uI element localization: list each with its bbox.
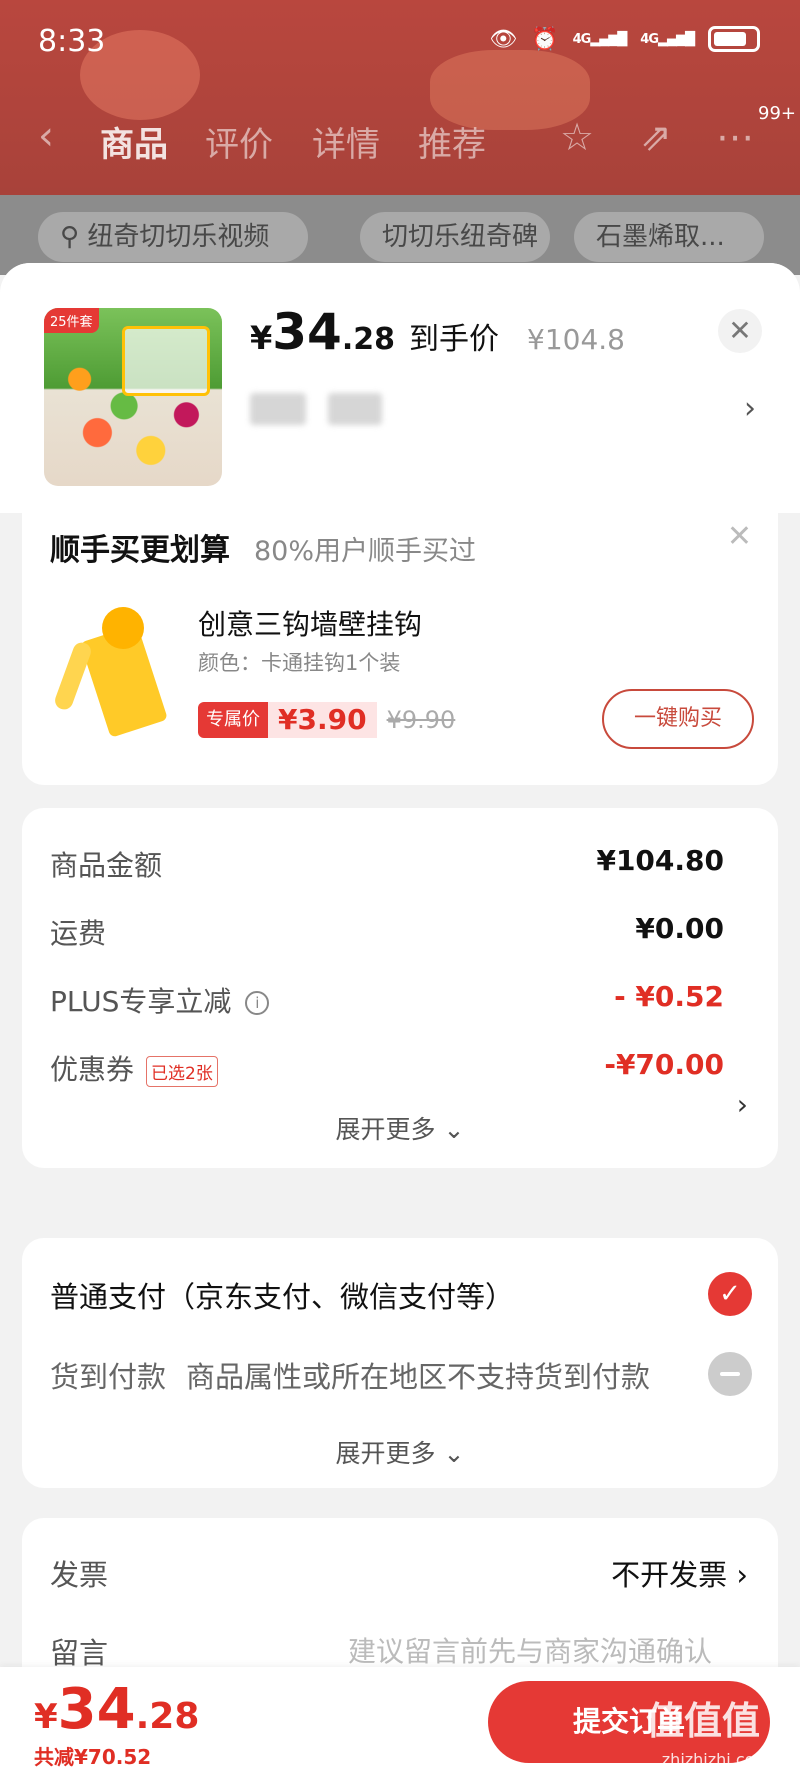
search-suggestions: ⚲ 纽奇切切乐视频 切切乐纽奇碑 石墨烯取... — [0, 212, 800, 262]
disabled-icon — [708, 1352, 752, 1396]
star-icon[interactable]: ☆ — [560, 115, 594, 159]
search-icon: ⚲ — [60, 222, 80, 252]
tab-recommend[interactable]: 推荐 — [418, 117, 486, 166]
close-button[interactable]: ✕ — [718, 309, 762, 353]
invoice-value[interactable]: 不开发票 › — [611, 1552, 748, 1594]
eye-icon: 👁 — [489, 26, 518, 52]
checked-icon[interactable]: ✓ — [708, 1272, 752, 1316]
price-label: 到手价 — [409, 322, 500, 357]
watermark-url: zhizhizhi.com — [661, 1750, 770, 1769]
checkout-sheet: 25件套 ¥ 34 .28 到手价 ¥104.8 ✕ › 顺手买更划算 80%用… — [0, 263, 800, 1777]
one-click-buy-button[interactable]: 一键购买 — [602, 689, 754, 749]
more-icon[interactable]: ⋯ — [716, 115, 754, 159]
coupon-count-badge: 已选2张 — [146, 1055, 218, 1087]
amount-row: 商品金额 ¥104.80 — [50, 844, 724, 882]
order-amounts: 商品金额 ¥104.80 运费 ¥0.00 PLUS专享立减 i - ¥0.52 … — [22, 808, 778, 1168]
addon-product-name: 创意三钩墙壁挂钩 — [198, 608, 423, 641]
message-badge: 99+ — [758, 103, 796, 124]
signal-icon-2: 4G▂▄▆█ — [640, 31, 695, 47]
watermark-logo: 值值值 — [645, 1699, 760, 1743]
message-input[interactable]: 建议留言前先与商家沟通确认 — [348, 1630, 712, 1670]
top-nav: ‹ 商品 评价 详情 推荐 ☆ ⇗ ⋯ 99+ — [0, 103, 800, 175]
addon-title: 顺手买更划算 — [50, 533, 230, 568]
product-thumbnail: 25件套 — [44, 308, 222, 486]
addon-recommendation: 顺手买更划算 80%用户顺手买过 ✕ 创意三钩墙壁挂钩 颜色：卡通挂钩1个装 专… — [22, 513, 778, 785]
share-icon[interactable]: ⇗ — [640, 115, 672, 159]
invoice-label: 发票 — [50, 1558, 109, 1592]
addon-price: 专属价 ¥3.90 ¥9.90 — [198, 701, 455, 739]
battery-icon — [708, 26, 760, 52]
coupon-row[interactable]: 优惠券 已选2张 -¥70.00 — [50, 1048, 724, 1088]
search-pill-3[interactable]: 石墨烯取... — [574, 212, 764, 262]
blurred-spec-2 — [328, 393, 382, 425]
tab-product[interactable]: 商品 — [100, 117, 168, 166]
addon-product-spec: 颜色：卡通挂钩1个装 — [198, 651, 401, 675]
search-pill-1[interactable]: ⚲ 纽奇切切乐视频 — [38, 212, 308, 262]
thumbnail-basket — [122, 326, 210, 396]
info-icon[interactable]: i — [245, 991, 270, 1015]
addon-product-image — [52, 601, 174, 738]
message-label: 留言 — [50, 1636, 109, 1670]
shipping-row: 运费 ¥0.00 — [50, 912, 724, 950]
addon-close-icon[interactable]: ✕ — [727, 519, 752, 554]
payment-option-cod: 货到付款 商品属性或所在地区不支持货到付款 — [50, 1360, 651, 1394]
tab-details[interactable]: 详情 — [312, 117, 380, 166]
blurred-spec — [250, 393, 306, 425]
status-time: 8:33 — [38, 24, 106, 59]
original-price: ¥104.8 — [527, 323, 625, 356]
exclusive-tag: 专属价 — [198, 702, 268, 738]
tab-reviews[interactable]: 评价 — [205, 117, 273, 166]
status-icons: 👁 ⏰ 4G▂▄▆█ 4G▂▄▆█ — [489, 26, 760, 52]
expand-more-button[interactable]: 展开更多 ⌄ — [22, 1110, 778, 1146]
total-price: ¥ 34 .28 — [34, 1677, 200, 1742]
addon-subtitle: 80%用户顺手买过 — [254, 536, 477, 567]
total-saved: 共减¥70.52 — [34, 1745, 152, 1769]
product-header: 25件套 ¥ 34 .28 到手价 ¥104.8 ✕ › — [0, 263, 800, 513]
back-icon[interactable]: ‹ — [38, 113, 54, 159]
chevron-right-icon[interactable]: › — [744, 391, 756, 426]
thumbnail-tag: 25件套 — [44, 308, 99, 333]
payment-methods: 普通支付（京东支付、微信支付等） ✓ 货到付款 商品属性或所在地区不支持货到付款 … — [22, 1238, 778, 1488]
expand-more-payment[interactable]: 展开更多 ⌄ — [22, 1434, 778, 1470]
checkout-bar: ¥ 34 .28 共减¥70.52 提交订单 值值值 zhizhizhi.com — [0, 1667, 800, 1777]
product-price: ¥ 34 .28 到手价 ¥104.8 — [250, 303, 625, 361]
search-pill-2[interactable]: 切切乐纽奇碑 — [360, 212, 550, 262]
signal-icon: 4G▂▄▆█ — [572, 31, 628, 47]
exclusive-price: ¥3.90 — [268, 702, 377, 738]
addon-original-price: ¥9.90 — [386, 706, 456, 734]
alarm-icon: ⏰ — [531, 26, 559, 52]
status-bar: 8:33 👁 ⏰ 4G▂▄▆█ 4G▂▄▆█ — [0, 0, 800, 86]
payment-option-standard[interactable]: 普通支付（京东支付、微信支付等） — [50, 1274, 514, 1316]
plus-discount-row: PLUS专享立减 i - ¥0.52 — [50, 980, 724, 1018]
